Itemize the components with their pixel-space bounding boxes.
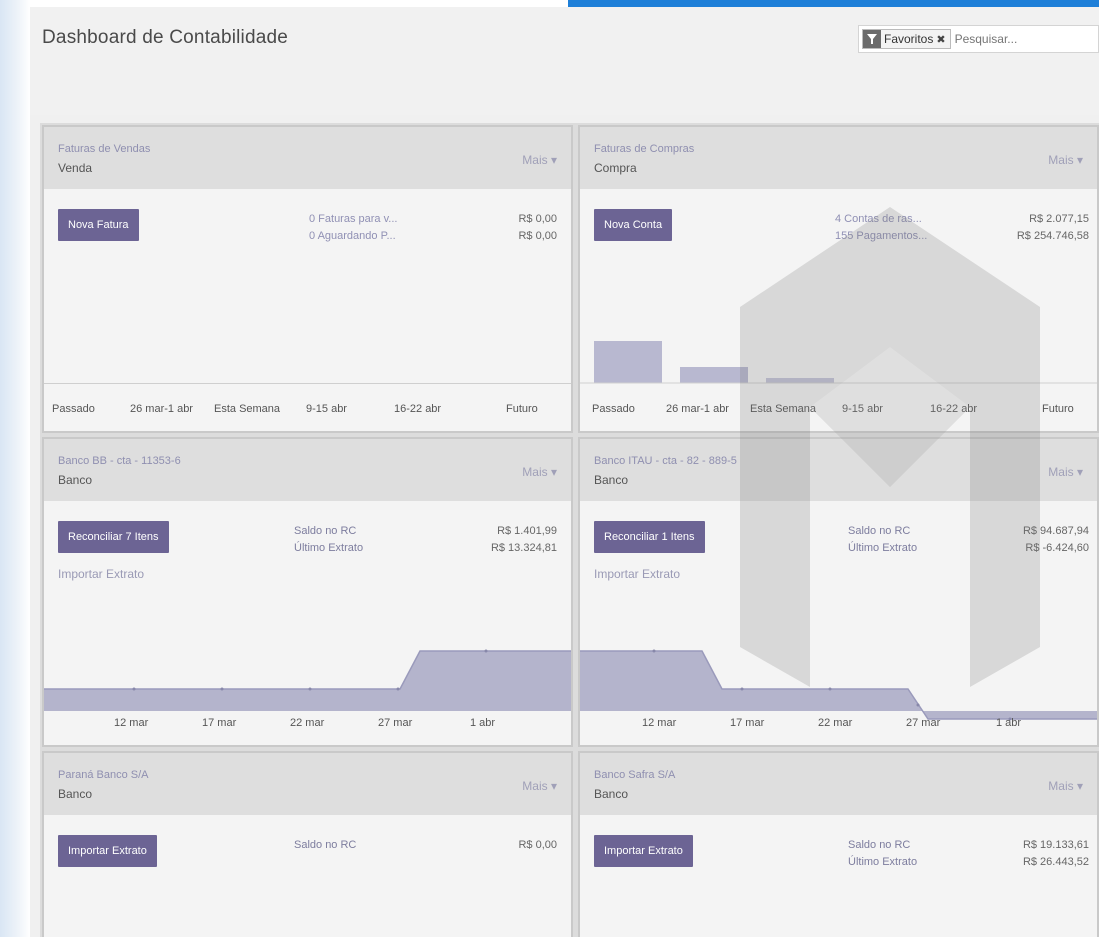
journal-name[interactable]: Faturas de Vendas — [58, 143, 150, 155]
journal-card-banco-bb: Banco BB - cta - 11353-6 Banco Mais ▾ Re… — [42, 437, 573, 747]
import-statement-button[interactable]: Importar Extrato — [594, 835, 693, 867]
invoices-to-validate-value: R$ 0,00 — [518, 213, 557, 225]
axis-label: Passado — [52, 403, 95, 415]
axis-label: 26 mar-1 abr — [666, 403, 729, 415]
awaiting-payment-value: R$ 0,00 — [518, 230, 557, 242]
axis-label: 9-15 abr — [306, 403, 347, 415]
chart-area — [44, 651, 571, 711]
more-dropdown[interactable]: Mais ▾ — [1048, 779, 1083, 793]
card-header: Banco Safra S/A Banco Mais ▾ — [580, 753, 1097, 815]
purchase-bar-chart — [580, 341, 1097, 384]
chart-x-axis: Passado 26 mar-1 abr Esta Semana 9-15 ab… — [44, 393, 571, 431]
axis-label: 27 mar — [906, 717, 941, 729]
more-dropdown[interactable]: Mais ▾ — [522, 153, 557, 167]
dashboard-board: Faturas de Vendas Venda Mais ▾ Nova Fatu… — [40, 123, 1099, 937]
axis-label: 1 abr — [996, 717, 1022, 729]
journal-card-vendas: Faturas de Vendas Venda Mais ▾ Nova Fatu… — [42, 125, 573, 433]
chart-point[interactable] — [484, 649, 488, 653]
journal-card-banco-itau: Banco ITAU - cta - 82 - 889-5 Banco Mais… — [578, 437, 1099, 747]
search-input[interactable] — [954, 32, 1075, 46]
axis-label: 22 mar — [290, 717, 325, 729]
journal-type: Banco — [594, 787, 629, 801]
axis-label: 9-15 abr — [842, 403, 883, 415]
invoices-to-validate-link[interactable]: 0 Faturas para v... — [309, 213, 397, 225]
last-statement-value: R$ 26.443,52 — [1022, 856, 1089, 868]
axis-label: Esta Semana — [750, 403, 817, 415]
axis-label: 12 mar — [642, 717, 677, 729]
chart-point[interactable] — [308, 687, 312, 691]
top-accent-bar — [568, 0, 1099, 7]
page-title: Dashboard de Contabilidade — [42, 27, 289, 48]
journal-card-compras: Faturas de Compras Compra Mais ▾ Nova Co… — [578, 125, 1099, 433]
filter-facet-label: Favoritos — [884, 32, 934, 46]
chart-bar[interactable] — [594, 341, 662, 383]
awaiting-payment-link[interactable]: 0 Aguardando P... — [309, 230, 396, 242]
bank-balance-chart — [44, 649, 571, 711]
chart-point[interactable] — [740, 687, 744, 691]
journal-card-parana: Paraná Banco S/A Banco Mais ▾ Importar E… — [42, 751, 573, 937]
balance-value: R$ 19.133,61 — [1022, 839, 1089, 851]
last-statement-label: Último Extrato — [848, 856, 918, 868]
axis-label: 16-22 abr — [930, 403, 978, 415]
chart-point[interactable] — [396, 687, 400, 691]
chart-x-axis: Passado 26 mar-1 abr Esta Semana 9-15 ab… — [580, 393, 1097, 431]
axis-label: 22 mar — [818, 717, 853, 729]
filter-icon — [863, 30, 881, 48]
axis-label: 17 mar — [730, 717, 765, 729]
new-invoice-button[interactable]: Nova Fatura — [58, 209, 139, 241]
axis-label: Futuro — [1042, 403, 1074, 415]
axis-label: 12 mar — [114, 717, 149, 729]
axis-label: 26 mar-1 abr — [130, 403, 193, 415]
chart-point[interactable] — [828, 687, 832, 691]
more-dropdown[interactable]: Mais ▾ — [522, 779, 557, 793]
axis-label: Esta Semana — [214, 403, 281, 415]
balance-label: Saldo no RC — [294, 839, 357, 851]
chart-point[interactable] — [132, 687, 136, 691]
bank-balance-chart — [580, 649, 1097, 721]
chart-bar[interactable] — [766, 378, 834, 383]
chart-baseline — [44, 383, 571, 384]
chart-point[interactable] — [652, 649, 656, 653]
journal-type: Banco — [58, 787, 93, 801]
journal-type: Venda — [58, 161, 93, 175]
chart-x-axis: 12 mar 17 mar 22 mar 27 mar 1 abr — [44, 707, 571, 745]
axis-label: Futuro — [506, 403, 538, 415]
left-gutter — [0, 0, 30, 937]
axis-label: 1 abr — [470, 717, 496, 729]
card-header: Faturas de Vendas Venda Mais ▾ — [44, 127, 571, 189]
search-bar: Favoritos ✖ — [858, 25, 1099, 53]
chart-point[interactable] — [220, 687, 224, 691]
app-window: Dashboard de Contabilidade Favoritos ✖ F… — [30, 7, 1099, 937]
close-icon[interactable]: ✖ — [936, 33, 945, 46]
balance-value: R$ 0,00 — [518, 839, 557, 851]
axis-label: 17 mar — [202, 717, 237, 729]
journal-card-safra: Banco Safra S/A Banco Mais ▾ Importar Ex… — [578, 751, 1099, 937]
balance-label: Saldo no RC — [848, 839, 911, 851]
axis-label: 27 mar — [378, 717, 413, 729]
axis-label: 16-22 abr — [394, 403, 442, 415]
chart-bar[interactable] — [680, 367, 748, 383]
chart-x-axis: 12 mar 17 mar 22 mar 27 mar 1 abr — [580, 707, 1097, 745]
journal-name[interactable]: Banco Safra S/A — [594, 769, 675, 781]
journal-name[interactable]: Paraná Banco S/A — [58, 769, 149, 781]
control-panel: Dashboard de Contabilidade Favoritos ✖ — [30, 7, 1099, 115]
axis-label: Passado — [592, 403, 635, 415]
filter-facet[interactable]: Favoritos ✖ — [862, 29, 951, 49]
card-header: Paraná Banco S/A Banco Mais ▾ — [44, 753, 571, 815]
import-statement-button[interactable]: Importar Extrato — [58, 835, 157, 867]
